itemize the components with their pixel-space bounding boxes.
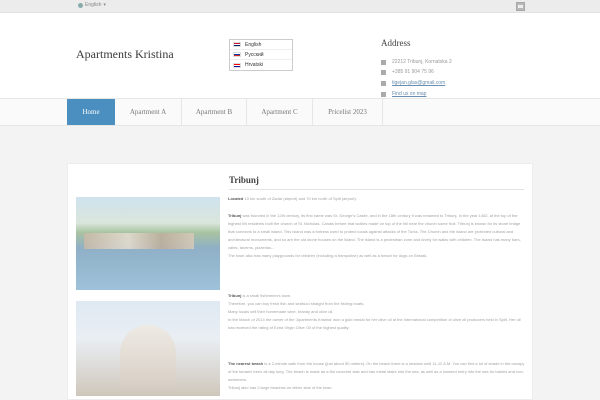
language-option-label: English	[245, 41, 262, 48]
beach-extra: Tribunj also has 2 large beaches on eith…	[228, 385, 333, 390]
language-menu: English Русский Hrvatski	[229, 39, 293, 71]
envelope-icon	[381, 80, 386, 86]
intro-lead: Located	[228, 196, 244, 201]
phone-row: +385 91 904 75 96	[381, 69, 434, 75]
language-option-russian[interactable]: Русский	[230, 50, 292, 60]
russia-flag-icon	[233, 52, 241, 57]
language-option-english[interactable]: English	[230, 40, 292, 50]
main-content: Tribunj Located 10 km south of Zadar (ai…	[67, 163, 533, 400]
fishing-paragraph: Tribunj is a small fishermen's town. The…	[228, 292, 526, 332]
croatia-flag-icon	[233, 62, 241, 68]
intro-text: 10 km south of Zadar (airport) and 70 km…	[244, 196, 357, 201]
language-option-croatian[interactable]: Hrvatski	[230, 60, 292, 70]
map-row: Find us on map	[381, 91, 426, 97]
phone-icon	[381, 69, 386, 75]
map-icon	[381, 91, 386, 97]
beach-paragraph: The nearest beach is a 2-minute walk fro…	[228, 360, 526, 392]
history-paragraph: Tribunj was founded in the 12th century,…	[228, 212, 526, 260]
print-icon[interactable]	[516, 2, 525, 11]
top-bar: English ▾	[0, 0, 600, 13]
language-option-label: Русский	[245, 51, 264, 58]
street-text: 22212 Tribunj, Kornatska 2	[392, 59, 452, 65]
fishing-lead: Tribunj	[228, 293, 242, 298]
fishing-line-2: Therefore, you can buy fresh fish and se…	[228, 301, 365, 306]
nav-apartment-b[interactable]: Apartment B	[182, 99, 247, 125]
language-toggle-label: English	[85, 2, 102, 8]
language-toggle[interactable]: English ▾	[78, 2, 106, 8]
nav-home[interactable]: Home	[67, 99, 115, 125]
history-extra: The town also has many playgrounds for c…	[228, 253, 428, 258]
globe-icon	[78, 2, 83, 8]
uk-flag-icon	[233, 42, 241, 47]
title-divider	[229, 189, 524, 190]
map-link[interactable]: Find us on map	[392, 91, 426, 97]
nav-apartment-a[interactable]: Apartment A	[115, 99, 182, 125]
site-title[interactable]: Apartments Kristina	[76, 47, 174, 62]
beach-text: is a 2-minute walk from the house (just …	[228, 361, 525, 382]
fishing-line-3: Many locals sell their homemade wine, br…	[228, 309, 334, 314]
site-header: Apartments Kristina English Русский Hrva…	[0, 13, 600, 99]
language-option-label: Hrvatski	[245, 62, 264, 68]
phone-text: +385 91 904 75 96	[392, 69, 434, 75]
nav-pricelist[interactable]: Pricelist 2023	[313, 99, 383, 125]
intro-paragraph: Located 10 km south of Zadar (airport) a…	[228, 195, 526, 203]
address-heading: Address	[381, 38, 411, 48]
fishing-text: is a small fishermen's town.	[242, 293, 292, 298]
church-photo[interactable]	[76, 301, 220, 396]
history-text: was founded in the 12th century, its fir…	[228, 213, 521, 250]
home-icon	[381, 59, 386, 65]
tribunj-bay-photo[interactable]	[76, 197, 220, 290]
history-lead: Tribunj	[228, 213, 242, 218]
beach-lead: The nearest beach	[228, 361, 264, 366]
street-row: 22212 Tribunj, Kornatska 2	[381, 59, 452, 65]
chevron-down-icon: ▾	[103, 2, 106, 8]
page-title: Tribunj	[229, 175, 259, 185]
main-nav: Home Apartment A Apartment B Apartment C…	[0, 99, 600, 126]
email-row: tigejan.glas@gmail.com	[381, 80, 445, 86]
fishing-line-4: In the March of 2014 the owner of the 'A…	[228, 317, 521, 330]
nav-apartment-c[interactable]: Apartment C	[247, 99, 313, 125]
email-link[interactable]: tigejan.glas@gmail.com	[392, 80, 445, 86]
